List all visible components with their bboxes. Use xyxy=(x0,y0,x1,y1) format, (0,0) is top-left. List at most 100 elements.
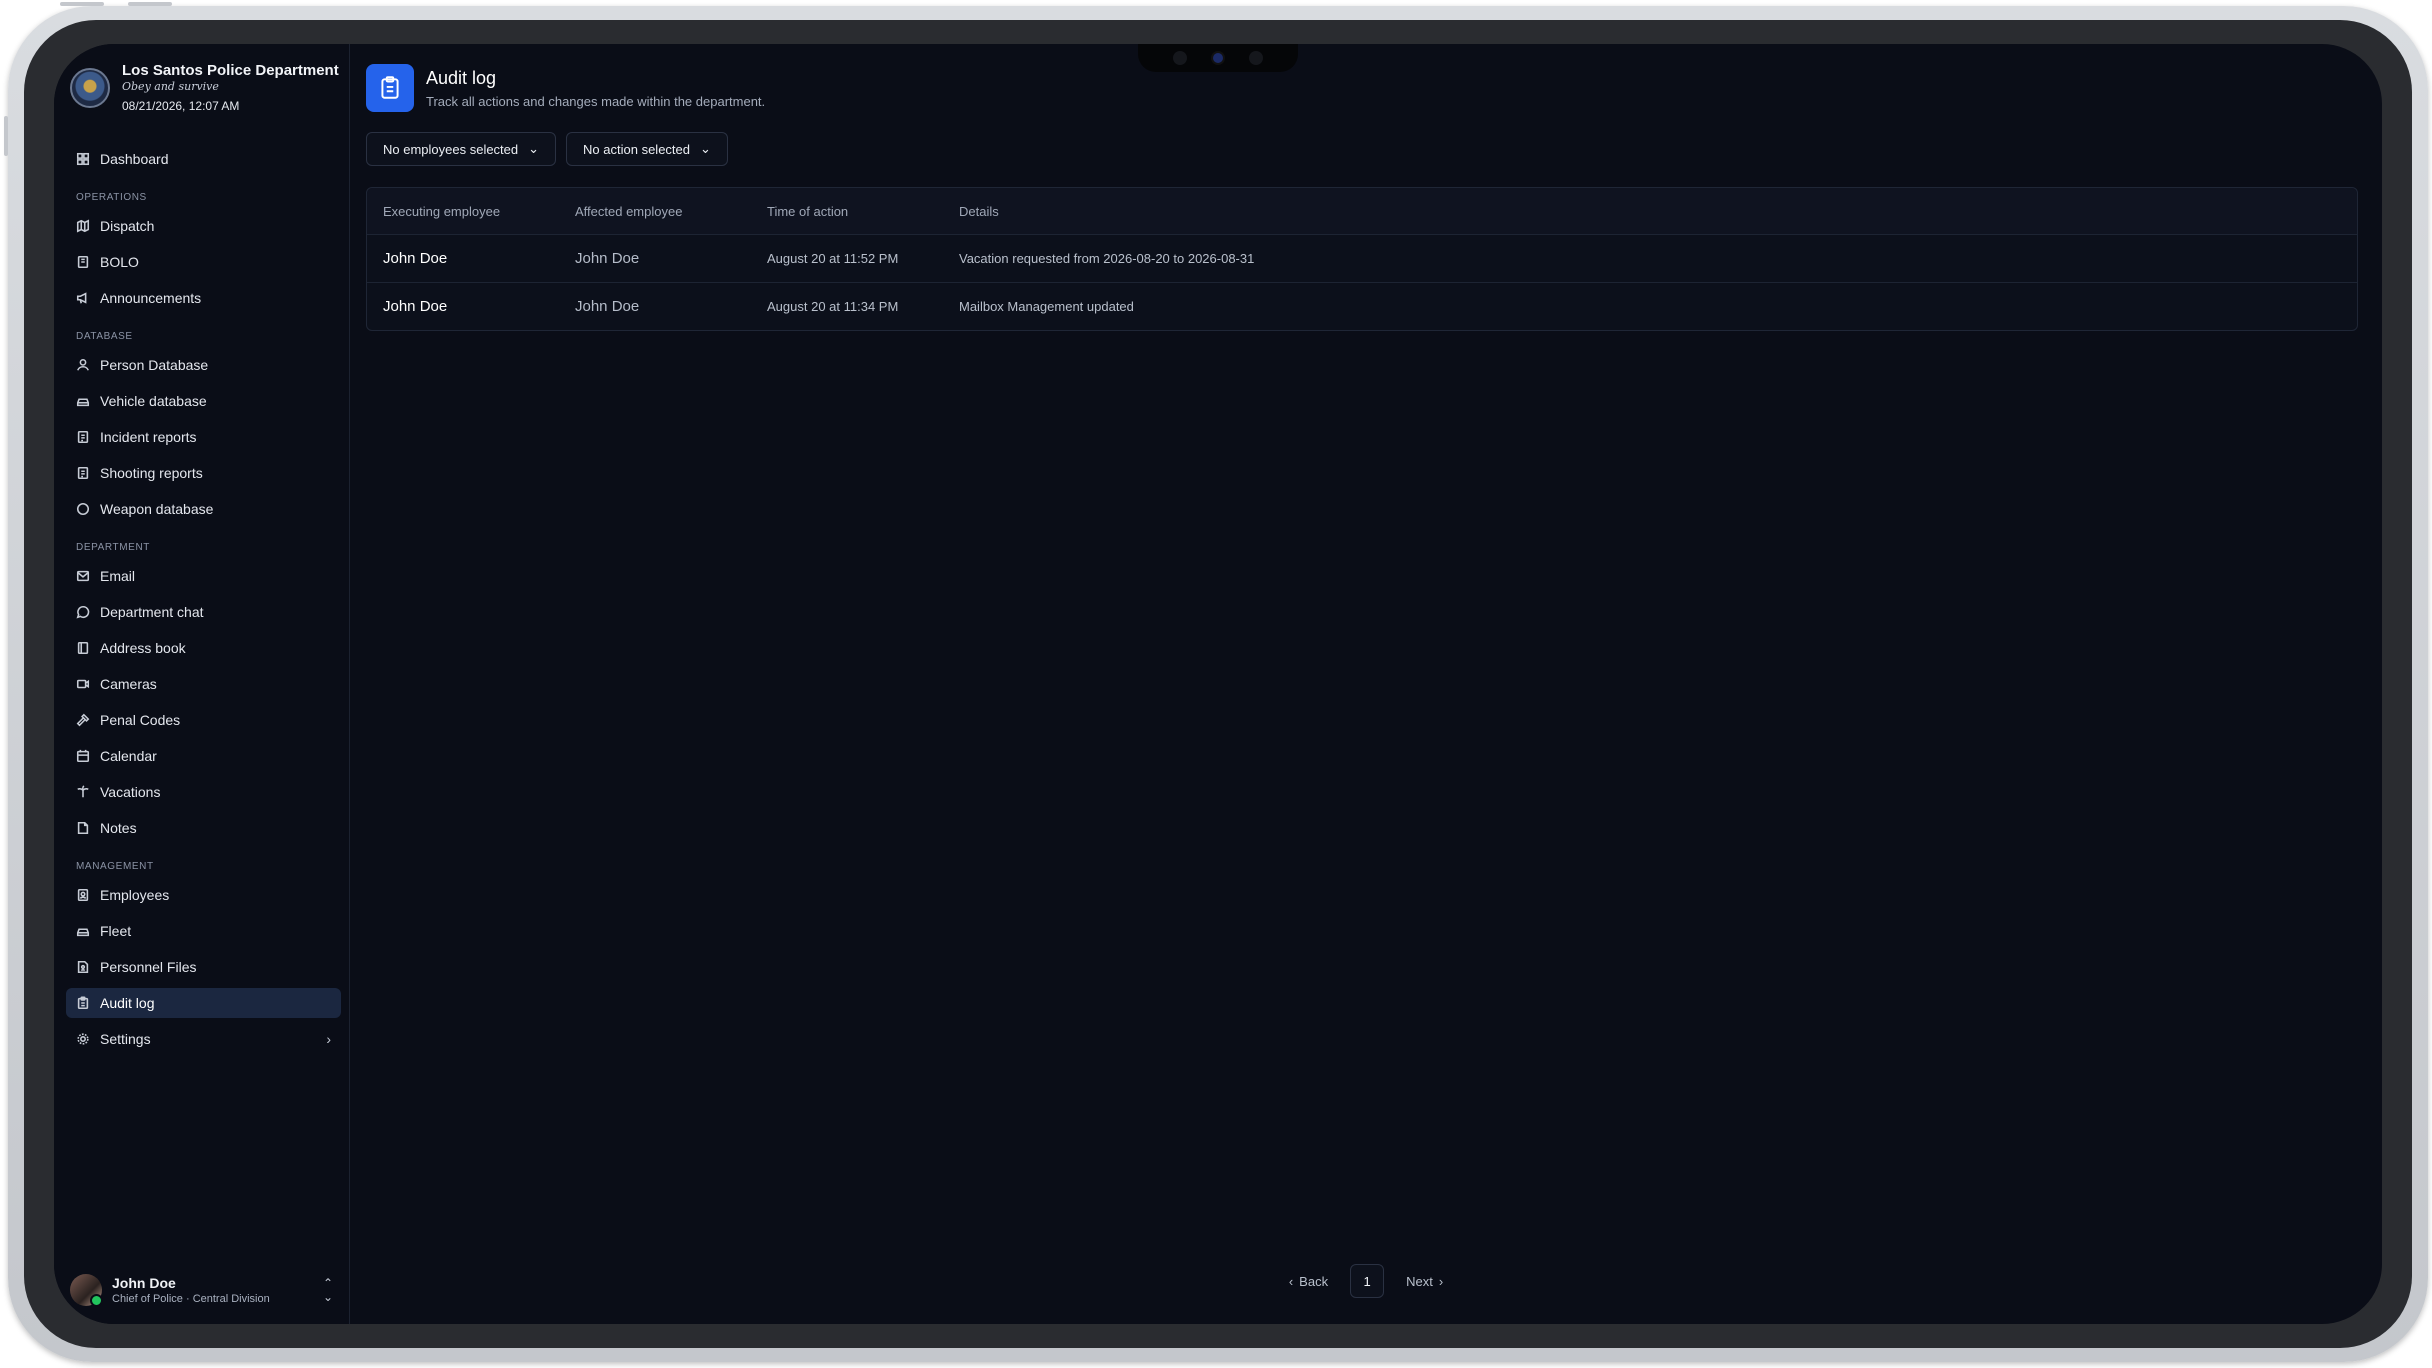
sidebar-item-label: Dashboard xyxy=(100,151,169,167)
section-label-database: DATABASE xyxy=(76,331,133,342)
affected-employee-cell: John Doe xyxy=(575,250,640,267)
sidebar-item-address-book[interactable]: Address book xyxy=(66,633,341,663)
mail-icon xyxy=(76,569,90,583)
employee-filter-dropdown[interactable]: No employees selected ⌄ xyxy=(366,132,557,166)
time-cell: August 20 at 11:52 PM xyxy=(767,251,899,266)
calendar-icon xyxy=(76,749,90,763)
sidebar-item-shooting-reports[interactable]: Shooting reports xyxy=(66,458,341,488)
sidebar-item-label: Calendar xyxy=(100,748,157,764)
user-menu[interactable]: John Doe Chief of Police · Central Divis… xyxy=(70,1270,333,1310)
sidebar-item-announcements[interactable]: Announcements xyxy=(66,283,341,313)
action-filter-label: No action selected xyxy=(583,141,690,157)
chevron-right-icon: › xyxy=(326,1031,331,1047)
sidebar-item-audit-log[interactable]: Audit log xyxy=(66,988,341,1018)
chevron-right-icon: › xyxy=(1438,1273,1444,1289)
sidebar-item-department-chat[interactable]: Department chat xyxy=(66,597,341,627)
sidebar-item-bolo[interactable]: BOLO xyxy=(66,247,341,277)
sidebar-item-label: Address book xyxy=(100,640,186,656)
dashboard-icon xyxy=(76,152,90,166)
sidebar-item-settings[interactable]: Settings › xyxy=(66,1024,341,1054)
department-name: Los Santos Police Department xyxy=(122,62,339,79)
main-content: Audit log Track all actions and changes … xyxy=(350,44,2382,1324)
tablet-frame: Los Santos Police Department Obey and su… xyxy=(4,2,2428,1362)
sidebar-item-label: Settings xyxy=(100,1031,151,1047)
page-number-button[interactable]: 1 xyxy=(1350,1264,1385,1298)
executing-employee-cell: John Doe xyxy=(383,250,448,267)
sidebar-item-dashboard[interactable]: Dashboard xyxy=(66,144,341,174)
chat-icon xyxy=(76,605,90,619)
sidebar-item-label: Department chat xyxy=(100,604,204,620)
file-user-icon xyxy=(76,960,90,974)
clipboard-icon xyxy=(366,64,414,112)
sidebar-item-penal-codes[interactable]: Penal Codes xyxy=(66,705,341,735)
id-badge-icon xyxy=(76,888,90,902)
sidebar-item-person-database[interactable]: Person Database xyxy=(66,350,341,380)
details-cell: Mailbox Management updated xyxy=(959,299,1134,314)
car-icon xyxy=(76,394,90,408)
book-icon xyxy=(76,255,90,269)
page-subtitle: Track all actions and changes made withi… xyxy=(426,93,766,109)
current-datetime: 08/21/2026, 12:07 AM xyxy=(122,99,240,113)
sidebar-item-incident-reports[interactable]: Incident reports xyxy=(66,422,341,452)
chevron-down-icon: ⌄ xyxy=(528,141,540,156)
chevron-down-icon: ⌄ xyxy=(700,141,711,156)
chevron-left-icon: ‹ xyxy=(1288,1273,1294,1289)
sidebar-item-dispatch[interactable]: Dispatch xyxy=(66,211,341,241)
volume-button xyxy=(4,116,8,156)
sidebar-item-label: Fleet xyxy=(100,923,132,939)
sidebar-item-label: Employees xyxy=(100,887,170,903)
sidebar-item-vehicle-database[interactable]: Vehicle database xyxy=(66,386,341,416)
sidebar-item-label: Audit log xyxy=(100,995,155,1011)
executing-employee-cell: John Doe xyxy=(383,298,448,315)
note-icon xyxy=(76,821,90,835)
sensor-icon xyxy=(1173,51,1187,65)
sidebar-item-calendar[interactable]: Calendar xyxy=(66,741,341,771)
sidebar-item-personnel-files[interactable]: Personnel Files xyxy=(66,952,341,982)
user-name: John Doe xyxy=(112,1275,176,1291)
sidebar-nav: Dashboard OPERATIONS Dispatch BOLO Annou… xyxy=(66,144,341,1060)
gear-icon xyxy=(76,1032,90,1046)
back-label: Back xyxy=(1299,1273,1329,1289)
section-label-management: MANAGEMENT xyxy=(76,861,154,872)
clipboard-icon xyxy=(76,996,90,1010)
user-icon xyxy=(76,358,90,372)
page-title: Audit log xyxy=(426,67,497,88)
sidebar-item-label: Vacations xyxy=(100,784,161,800)
camera-notch xyxy=(1138,44,1298,72)
sidebar-item-fleet[interactable]: Fleet xyxy=(66,916,341,946)
page-header: Audit log Track all actions and changes … xyxy=(366,64,765,112)
car-icon xyxy=(76,924,90,938)
sidebar-item-label: Notes xyxy=(100,820,137,836)
column-header-details: Details xyxy=(959,203,999,219)
top-button-1 xyxy=(60,2,104,6)
video-camera-icon xyxy=(76,677,90,691)
filter-bar: No employees selected ⌄ No action select… xyxy=(366,132,728,166)
sidebar-item-notes[interactable]: Notes xyxy=(66,813,341,843)
next-label: Next xyxy=(1406,1273,1433,1289)
sidebar-item-weapon-database[interactable]: Weapon database xyxy=(66,494,341,524)
table-row[interactable]: John Doe John Doe August 20 at 11:52 PM … xyxy=(367,234,2357,282)
map-icon xyxy=(76,219,90,233)
column-header-affected: Affected employee xyxy=(575,203,683,219)
sidebar-item-label: Email xyxy=(100,568,136,584)
time-cell: August 20 at 11:34 PM xyxy=(767,299,899,314)
table-row[interactable]: John Doe John Doe August 20 at 11:34 PM … xyxy=(367,282,2357,330)
sidebar-item-cameras[interactable]: Cameras xyxy=(66,669,341,699)
table-header-row: Executing employee Affected employee Tim… xyxy=(367,188,2357,234)
avatar xyxy=(70,1274,103,1307)
affected-employee-cell: John Doe xyxy=(575,298,640,315)
sidebar-item-email[interactable]: Email xyxy=(66,561,341,591)
details-cell: Vacation requested from 2026-08-20 to 20… xyxy=(959,251,1255,266)
sidebar-item-label: Personnel Files xyxy=(100,959,197,975)
sensor-icon xyxy=(1249,51,1263,65)
action-filter-dropdown[interactable]: No action selected ⌄ xyxy=(566,132,728,166)
back-button[interactable]: ‹ Back xyxy=(1289,1274,1328,1289)
user-role: Chief of Police · Central Division xyxy=(112,1293,270,1305)
sidebar-item-vacations[interactable]: Vacations xyxy=(66,777,341,807)
sidebar-item-employees[interactable]: Employees xyxy=(66,880,341,910)
gavel-icon xyxy=(76,713,90,727)
sidebar-item-label: Shooting reports xyxy=(100,465,203,481)
next-button[interactable]: Next › xyxy=(1406,1274,1443,1289)
chevrons-up-down-icon: ⌃ ⌄ xyxy=(322,1276,333,1304)
top-button-2 xyxy=(128,2,172,6)
